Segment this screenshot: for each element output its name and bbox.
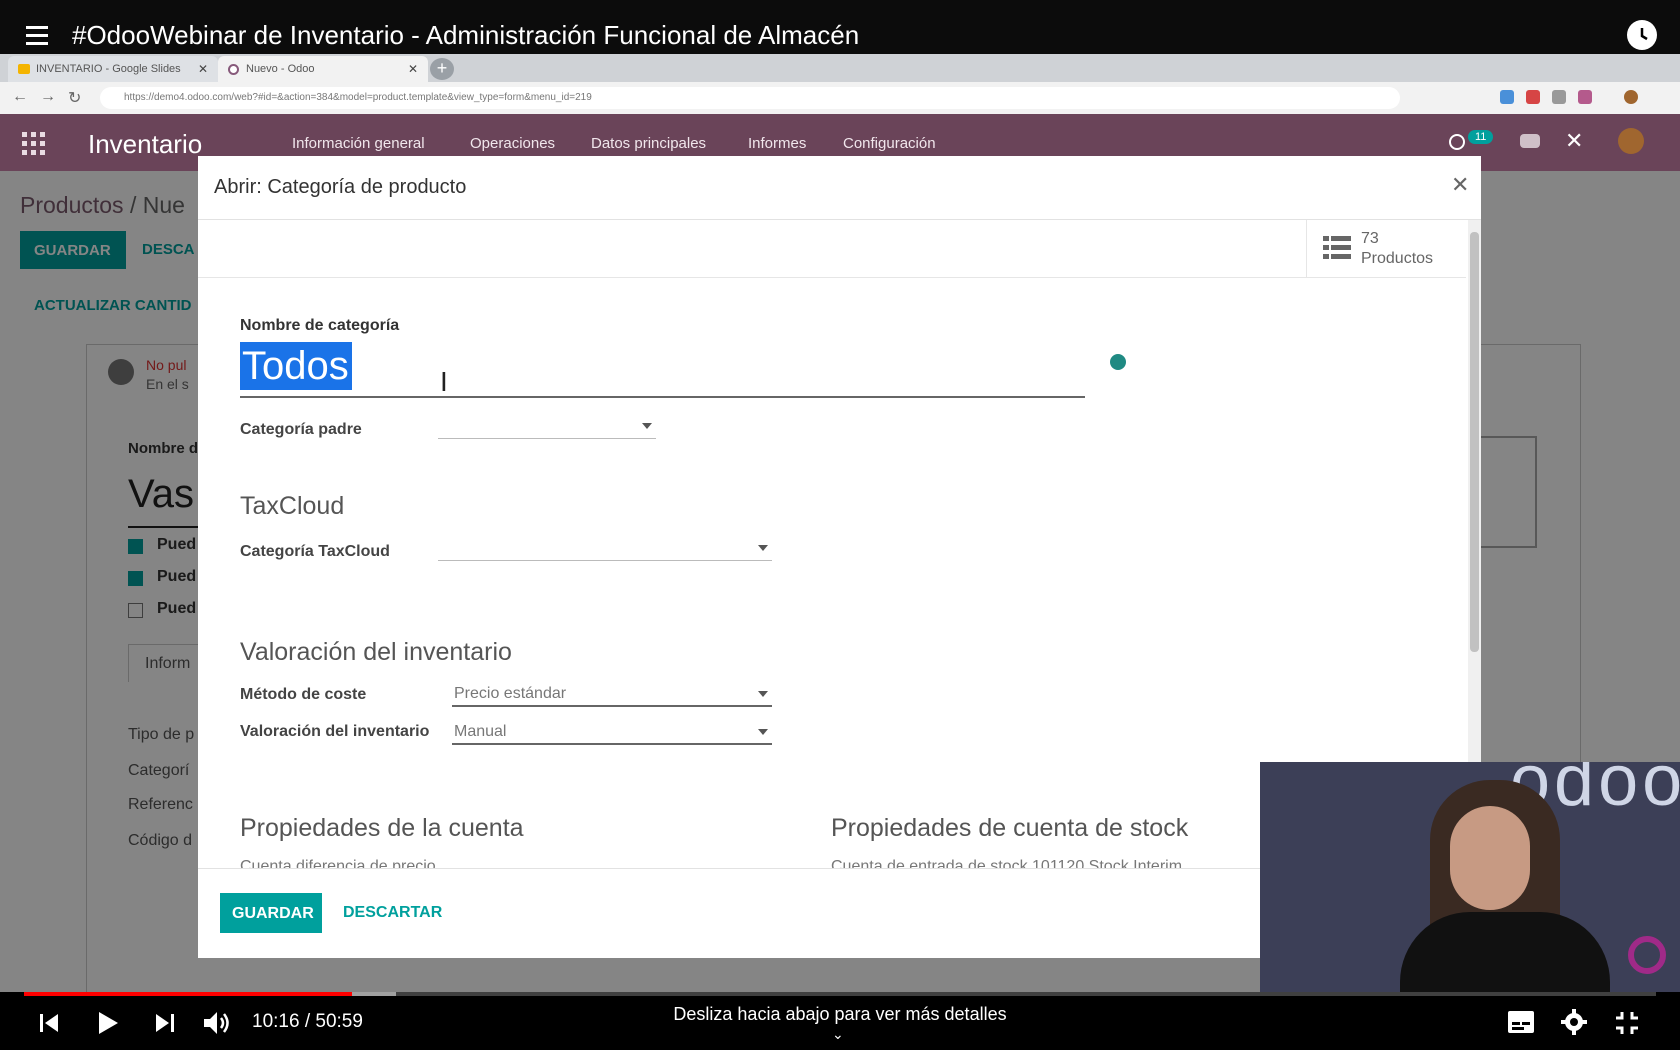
list-icon — [1323, 236, 1351, 260]
presenter-face — [1450, 806, 1530, 910]
scroll-hint: Desliza hacia abajo para ver más detalle… — [673, 1004, 1007, 1024]
parent-category-select[interactable] — [438, 417, 656, 439]
cost-method-value: Precio estándar — [454, 685, 567, 702]
close-tab-icon[interactable]: ✕ — [198, 62, 208, 76]
user-avatar[interactable] — [1618, 128, 1644, 154]
extension-icon[interactable] — [1526, 90, 1540, 104]
apps-grid-icon[interactable] — [22, 132, 46, 156]
inventory-valuation-select[interactable]: Manual — [452, 723, 772, 745]
stock-account-properties-title: Propiedades de cuenta de stock — [831, 814, 1189, 842]
chevron-down-icon — [758, 691, 768, 697]
slides-favicon-icon — [18, 64, 30, 74]
back-icon[interactable]: ← — [12, 88, 28, 106]
taxcloud-section-title: TaxCloud — [240, 492, 345, 520]
extension-icon[interactable] — [1500, 90, 1514, 104]
browser-toolbar: ← → ↻ https://demo4.odoo.com/web?#id=&ac… — [0, 82, 1680, 114]
close-icon[interactable]: ✕ — [1565, 128, 1583, 154]
playlist-menu-icon[interactable] — [26, 26, 52, 50]
extension-icon[interactable] — [1578, 90, 1592, 104]
inventory-valuation-value: Manual — [454, 723, 507, 740]
new-tab-icon[interactable]: + — [430, 58, 454, 80]
valuation-section-title: Valoración del inventario — [240, 638, 512, 666]
browser-tab-odoo[interactable]: Nuevo - Odoo ✕ — [218, 56, 428, 82]
button-box: 73 Productos — [198, 220, 1466, 278]
menu-configuracion[interactable]: Configuración — [843, 135, 936, 152]
tab-label: INVENTARIO - Google Slides — [36, 63, 181, 75]
inventory-valuation-label: Valoración del inventario — [240, 723, 430, 740]
save-button[interactable]: GUARDAR — [220, 893, 322, 933]
taxcloud-category-label: Categoría TaxCloud — [240, 543, 390, 560]
odoo-favicon-icon — [228, 64, 239, 75]
scrollbar-thumb[interactable] — [1470, 232, 1479, 652]
presenter-body — [1400, 912, 1610, 992]
menu-informes[interactable]: Informes — [748, 135, 806, 152]
dialog-title: Abrir: Categoría de producto — [214, 176, 467, 198]
category-name-input[interactable]: Todos I — [240, 342, 1126, 398]
chat-icon[interactable] — [1520, 134, 1540, 148]
stock-account-field-cut: Cuenta de entrada de stock 101120 Stock … — [831, 858, 1183, 868]
discard-button[interactable]: DESCARTAR — [343, 904, 442, 922]
browser-tab-slides[interactable]: INVENTARIO - Google Slides ✕ — [8, 56, 218, 82]
forward-icon[interactable]: → — [40, 88, 56, 106]
notification-badge: 11 — [1468, 130, 1494, 144]
exit-fullscreen-icon[interactable] — [1614, 1010, 1640, 1036]
chevron-down-icon — [758, 729, 768, 735]
settings-gear-icon[interactable] — [1560, 1008, 1588, 1036]
app-name[interactable]: Inventario — [88, 129, 202, 160]
products-label: Productos — [1361, 250, 1434, 267]
account-field-cut: Cuenta diferencia de precio — [240, 858, 436, 868]
player-title-bar: #OdooWebinar de Inventario - Administrac… — [0, 0, 1680, 54]
chevron-down-icon — [642, 423, 652, 429]
menu-informacion-general[interactable]: Información general — [292, 135, 425, 152]
chevron-down-icon[interactable]: ⌄ — [832, 1026, 844, 1043]
category-name-label: Nombre de categoría — [240, 317, 400, 334]
chevron-down-icon — [758, 545, 768, 551]
menu-datos-principales[interactable]: Datos principales — [591, 135, 706, 152]
address-bar[interactable]: https://demo4.odoo.com/web?#id=&action=3… — [100, 87, 1400, 109]
parent-category-label: Categoría padre — [240, 421, 362, 438]
activity-clock-icon[interactable] — [1449, 134, 1465, 150]
browser-tab-strip: INVENTARIO - Google Slides ✕ Nuevo - Odo… — [0, 54, 1680, 82]
captions-icon[interactable] — [1507, 1010, 1535, 1034]
extension-icon[interactable] — [1552, 90, 1566, 104]
close-tab-icon[interactable]: ✕ — [408, 62, 418, 76]
watch-later-icon[interactable] — [1627, 20, 1657, 50]
close-icon[interactable]: ✕ — [1451, 172, 1469, 198]
menu-operaciones[interactable]: Operaciones — [470, 135, 555, 152]
video-frame[interactable]: INVENTARIO - Google Slides ✕ Nuevo - Odo… — [0, 54, 1680, 992]
odoo-ring-logo-icon — [1628, 936, 1666, 974]
presenter-webcam: odoo — [1260, 762, 1680, 992]
video-title[interactable]: #OdooWebinar de Inventario - Administrac… — [72, 20, 859, 51]
products-count: 73 — [1361, 230, 1379, 247]
tab-label: Nuevo - Odoo — [246, 63, 315, 75]
profile-avatar[interactable] — [1624, 90, 1638, 104]
dialog-header: Abrir: Categoría de producto ✕ — [198, 156, 1481, 220]
account-properties-title: Propiedades de la cuenta — [240, 814, 524, 842]
taxcloud-category-select[interactable] — [438, 539, 772, 561]
player-controls: 10:16 / 50:59 Desliza hacia abajo para v… — [0, 996, 1680, 1050]
cost-method-label: Método de coste — [240, 686, 367, 703]
cost-method-select[interactable]: Precio estándar — [452, 685, 772, 707]
reload-icon[interactable]: ↻ — [68, 88, 81, 108]
translate-globe-icon[interactable] — [1110, 354, 1126, 370]
text-cursor-icon: I — [440, 366, 448, 397]
products-stat-button[interactable]: 73 Productos — [1306, 220, 1466, 278]
selected-text: Todos — [240, 342, 352, 390]
